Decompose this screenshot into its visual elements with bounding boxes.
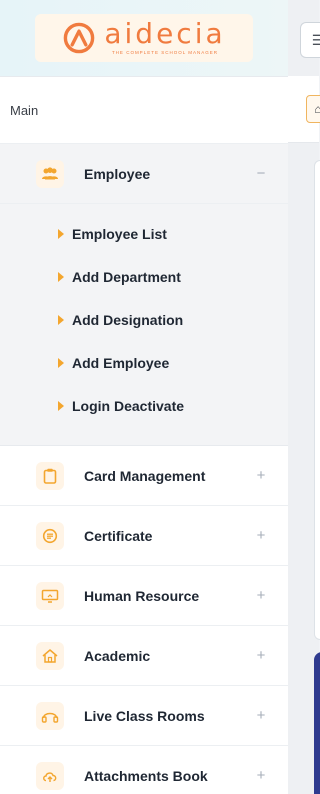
expand-icon[interactable]: + <box>252 587 270 604</box>
app-frame: aidecia THE COMPLETE SCHOOL MANAGER Main <box>0 0 320 794</box>
sidebar-item-employee[interactable]: Employee − <box>0 144 288 204</box>
sidebar-item-label: Human Resource <box>84 587 200 604</box>
chevron-right-icon <box>58 357 64 368</box>
expand-icon[interactable]: + <box>252 467 270 484</box>
expand-icon[interactable]: + <box>252 707 270 724</box>
submenu-item-employee-list[interactable]: Employee List <box>0 212 288 255</box>
submenu-item-label: Employee List <box>72 225 167 242</box>
expand-icon[interactable]: + <box>252 647 270 664</box>
submenu-item-add-department[interactable]: Add Department <box>0 255 288 298</box>
content-card <box>314 160 320 640</box>
brand-mark-icon <box>64 22 95 54</box>
expand-icon[interactable]: + <box>252 767 270 784</box>
chevron-right-icon <box>58 314 64 325</box>
collapse-icon[interactable]: − <box>252 165 270 182</box>
brand-name: aidecia <box>104 17 226 51</box>
certificate-icon <box>36 521 64 550</box>
hamburger-icon[interactable]: ☰ <box>300 22 320 58</box>
sidebar-menu: Employee − Employee List Add Department … <box>0 144 288 794</box>
sidebar-item-human-resource[interactable]: Human Resource + <box>0 566 288 626</box>
submenu-item-label: Add Department <box>72 268 181 285</box>
submenu-item-add-designation[interactable]: Add Designation <box>0 298 288 341</box>
home-icon <box>36 641 64 670</box>
headphones-icon <box>36 701 64 730</box>
submenu-item-label: Login Deactivate <box>72 397 185 414</box>
sidebar-item-label: Academic <box>84 647 151 664</box>
employee-submenu: Employee List Add Department Add Designa… <box>0 204 288 446</box>
sidebar-item-live-class-rooms[interactable]: Live Class Rooms + <box>0 686 288 746</box>
sidebar-item-academic[interactable]: Academic + <box>0 626 288 686</box>
sidebar-item-label: Employee <box>84 165 151 182</box>
chevron-right-icon <box>58 400 64 411</box>
brand-wordmark: aidecia THE COMPLETE SCHOOL MANAGER <box>104 20 225 56</box>
sidebar-item-label: Card Management <box>84 467 206 484</box>
content-area: ☰ ⌂ <box>288 0 320 794</box>
expand-icon[interactable]: + <box>252 527 270 544</box>
clipboard-icon <box>36 461 64 490</box>
submenu-item-login-deactivate[interactable]: Login Deactivate <box>0 384 288 427</box>
users-icon <box>36 159 64 188</box>
nav-section-label: Main <box>0 77 288 144</box>
brand-tagline: THE COMPLETE SCHOOL MANAGER <box>111 50 219 56</box>
submenu-item-label: Add Employee <box>72 354 170 371</box>
sidebar: aidecia THE COMPLETE SCHOOL MANAGER Main <box>0 0 288 794</box>
cloud-upload-icon <box>36 761 64 790</box>
sidebar-item-attachments-book[interactable]: Attachments Book + <box>0 746 288 794</box>
brand-logo[interactable]: aidecia THE COMPLETE SCHOOL MANAGER <box>35 14 253 62</box>
sidebar-item-label: Certificate <box>84 527 153 544</box>
submenu-item-label: Add Designation <box>72 311 184 328</box>
sidebar-item-label: Live Class Rooms <box>84 707 205 724</box>
home-icon[interactable]: ⌂ <box>306 95 320 123</box>
monitor-icon <box>36 581 64 610</box>
chevron-right-icon <box>58 271 64 282</box>
blue-panel <box>314 652 320 794</box>
chevron-right-icon <box>58 228 64 239</box>
sidebar-item-certificate[interactable]: Certificate + <box>0 506 288 566</box>
submenu-item-add-employee[interactable]: Add Employee <box>0 341 288 384</box>
sidebar-item-card-management[interactable]: Card Management + <box>0 446 288 506</box>
brand-header: aidecia THE COMPLETE SCHOOL MANAGER <box>0 0 288 77</box>
sidebar-item-label: Attachments Book <box>84 767 208 784</box>
